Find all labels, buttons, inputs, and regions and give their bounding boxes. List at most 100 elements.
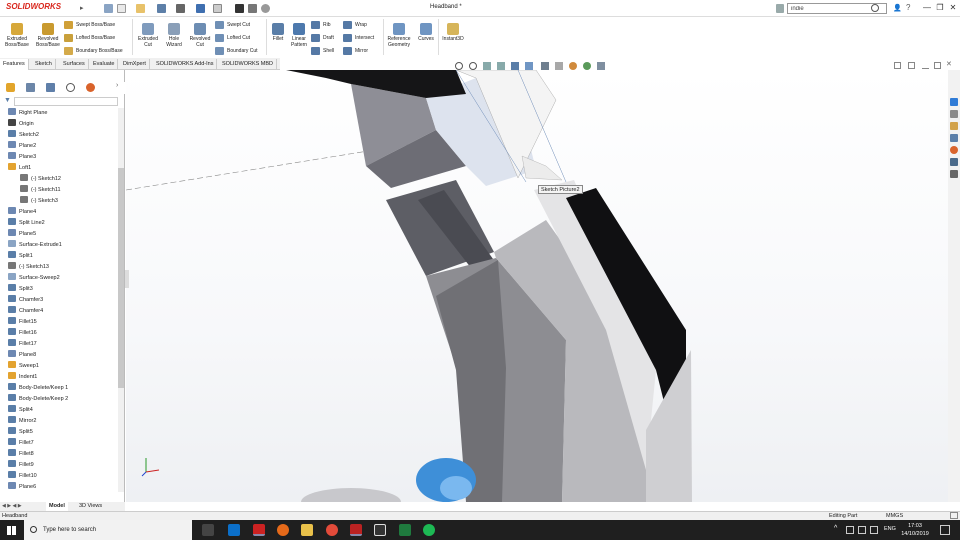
search-magnifier-icon[interactable] [871,4,879,12]
solidworks-logo[interactable]: SOLIDWORKS [6,2,61,11]
swept-cut-button[interactable]: Swept Cut [215,20,250,30]
minimize-button[interactable]: — [920,2,934,14]
dimxpert-manager-tab-icon[interactable] [66,83,75,92]
tree-item[interactable]: Plane5 [8,229,36,240]
previous-view-icon[interactable] [483,62,491,70]
notifications-icon[interactable] [940,525,950,535]
tree-item[interactable]: Surface-Extrude1 [8,240,62,251]
customize-icon[interactable] [950,512,958,519]
close-button[interactable]: ✕ [946,2,960,14]
spotify-icon[interactable] [423,524,435,536]
tree-item[interactable]: Split4 [8,405,33,416]
options-gear-icon[interactable] [261,4,270,13]
tree-item[interactable]: Chamfer4 [8,306,43,317]
boundary-cut-button[interactable]: Boundary Cut [215,46,258,56]
tab-evaluate[interactable]: Evaluate [90,59,119,70]
tree-item[interactable]: Fillet9 [8,460,34,471]
help-icon[interactable]: ? [906,3,910,12]
lofted-boss-base-button[interactable]: Lofted Boss/Base [64,33,115,43]
appearance-icon[interactable] [569,62,577,70]
tab-model[interactable]: Model [46,502,68,511]
rib-button[interactable]: Rib [311,20,331,30]
zoom-to-fit-icon[interactable] [455,62,463,70]
forum-icon[interactable] [950,170,958,178]
appearances-icon[interactable] [950,146,958,154]
tree-item[interactable]: Plane3 [8,152,36,163]
unit-system[interactable]: MMGS [886,512,903,520]
tree-item[interactable]: Fillet10 [8,471,37,482]
graphics-area[interactable] [126,70,948,502]
hide-show-icon[interactable] [555,62,563,70]
user-icon[interactable]: 👤 [893,4,902,12]
reference-geometry-button[interactable]: Reference Geometry [385,23,413,48]
tree-item[interactable]: Body-Delete/Keep 2 [8,394,68,405]
tray-network-icon[interactable] [846,526,854,534]
solidworks-active-icon[interactable] [350,524,362,536]
tree-item[interactable]: Fillet17 [8,339,37,350]
traffic-light-icon[interactable] [235,4,244,13]
file-properties-icon[interactable] [248,4,257,13]
section-view-icon[interactable] [497,62,505,70]
tree-item[interactable]: Fillet8 [8,449,34,460]
view-settings-icon[interactable] [541,62,549,70]
select-arrow-icon[interactable] [213,4,222,13]
draft-button[interactable]: Draft [311,33,334,43]
instant3d-button[interactable]: Instant3D [440,23,466,42]
tree-item[interactable]: Fillet16 [8,328,37,339]
linear-pattern-button[interactable]: Linear Pattern [289,23,309,48]
tree-filter-input[interactable] [14,97,118,106]
tree-item[interactable]: Right Plane [8,108,47,119]
display-manager-tab-icon[interactable] [86,83,95,92]
clock[interactable]: 17:03 14/10/2019 [898,522,932,538]
custom-properties-icon[interactable] [950,158,958,166]
configuration-manager-tab-icon[interactable] [46,83,55,92]
viewport-close-icon[interactable]: ✕ [946,60,952,68]
solidworks-taskbar-icon[interactable] [253,524,265,536]
extruded-boss-base-button[interactable]: Extruded Boss/Base [4,23,30,48]
print-icon[interactable] [176,4,185,13]
viewport-restore-icon[interactable] [934,62,941,69]
tray-chevron-icon[interactable]: ^ [834,525,837,532]
property-manager-tab-icon[interactable] [26,83,35,92]
view-orientation-icon[interactable] [511,62,519,70]
tree-item[interactable]: (-) Sketch11 [20,185,61,196]
swept-boss-base-button[interactable]: Swept Boss/Base [64,20,115,30]
tab-surfaces[interactable]: Surfaces [60,59,89,70]
tree-item[interactable]: Indent1 [8,372,37,383]
hole-wizard-button[interactable]: Hole Wizard [162,23,186,48]
excel-icon[interactable] [399,524,411,536]
firefox-icon[interactable] [277,524,289,536]
revolved-boss-base-button[interactable]: Revolved Boss/Base [34,23,62,48]
display-style-icon[interactable] [525,62,533,70]
tabs-scroll-icon[interactable]: ◀ ▶ ◀ ▶ [2,503,22,509]
tree-item[interactable]: (-) Sketch3 [20,196,58,207]
monitor-icon[interactable] [597,62,605,70]
tree-item[interactable]: Surface-Sweep2 [8,273,60,284]
design-library-icon[interactable] [950,110,958,118]
panel-arrow-icon[interactable]: › [116,82,118,89]
tree-item[interactable]: Chamfer3 [8,295,43,306]
tree-item[interactable]: Plane4 [8,207,36,218]
tree-item[interactable]: Plane2 [8,141,36,152]
edge-icon[interactable] [228,524,240,536]
tree-item[interactable]: (-) Sketch12 [20,174,61,185]
tab-addins[interactable]: SOLIDWORKS Add-Ins [153,59,218,70]
calculator-icon[interactable] [374,524,386,536]
file-explorer-icon[interactable] [950,122,958,130]
panel-collapse-handle[interactable] [125,270,129,288]
view-palette-icon[interactable] [950,134,958,142]
save-icon[interactable] [157,4,166,13]
restore-button[interactable]: ❐ [933,2,947,14]
zoom-area-icon[interactable] [469,62,477,70]
extruded-cut-button[interactable]: Extruded Cut [135,23,161,48]
undo-icon[interactable] [196,4,205,13]
open-folder-icon[interactable] [136,4,145,13]
tab-features[interactable]: Features [0,59,29,70]
tree-scrollbar-thumb[interactable] [118,168,124,388]
tree-item[interactable]: Mirror2 [8,416,36,427]
tree-item[interactable]: Split1 [8,251,33,262]
scene-icon[interactable] [583,62,591,70]
tree-item[interactable]: Loft1 [8,163,31,174]
tab-mbd[interactable]: SOLIDWORKS MBD [219,59,278,70]
tree-item[interactable]: Plane8 [8,350,36,361]
